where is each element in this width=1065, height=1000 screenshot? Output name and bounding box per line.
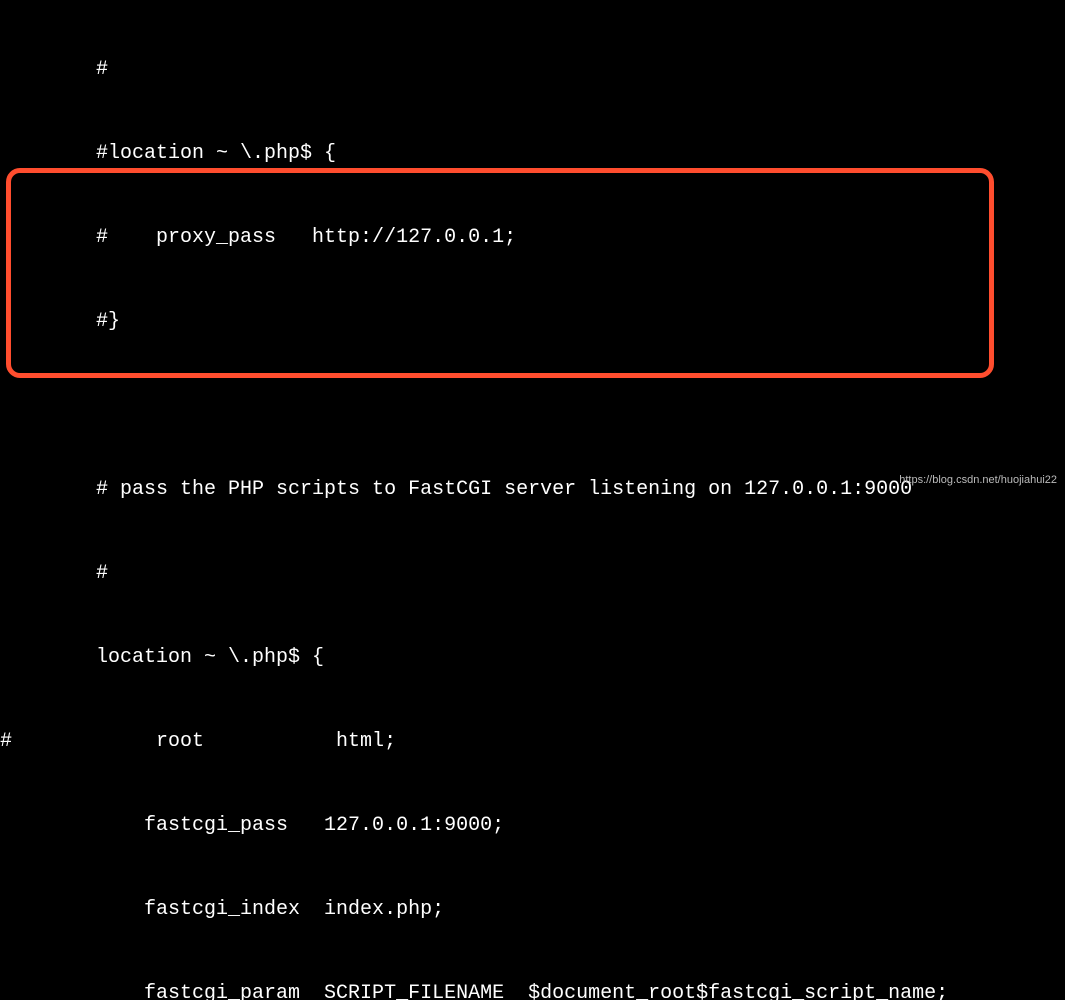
config-line: #location ~ \.php$ {: [0, 140, 1065, 168]
config-line: #: [0, 56, 1065, 84]
highlight-annotation: [6, 168, 994, 378]
config-line: fastcgi_pass 127.0.0.1:9000;: [0, 812, 1065, 840]
watermark-text: https://blog.csdn.net/huojiahui22: [899, 466, 1057, 494]
config-line: # root html;: [0, 728, 1065, 756]
config-line: # proxy_pass http://127.0.0.1;: [0, 224, 1065, 252]
config-line: #}: [0, 308, 1065, 336]
config-line: fastcgi_param SCRIPT_FILENAME $document_…: [0, 980, 1065, 1000]
config-line: #: [0, 560, 1065, 588]
config-line: [0, 392, 1065, 420]
config-line: fastcgi_index index.php;: [0, 896, 1065, 924]
terminal-viewport[interactable]: # #location ~ \.php$ { # proxy_pass http…: [0, 0, 1065, 1000]
config-line: location ~ \.php$ {: [0, 644, 1065, 672]
